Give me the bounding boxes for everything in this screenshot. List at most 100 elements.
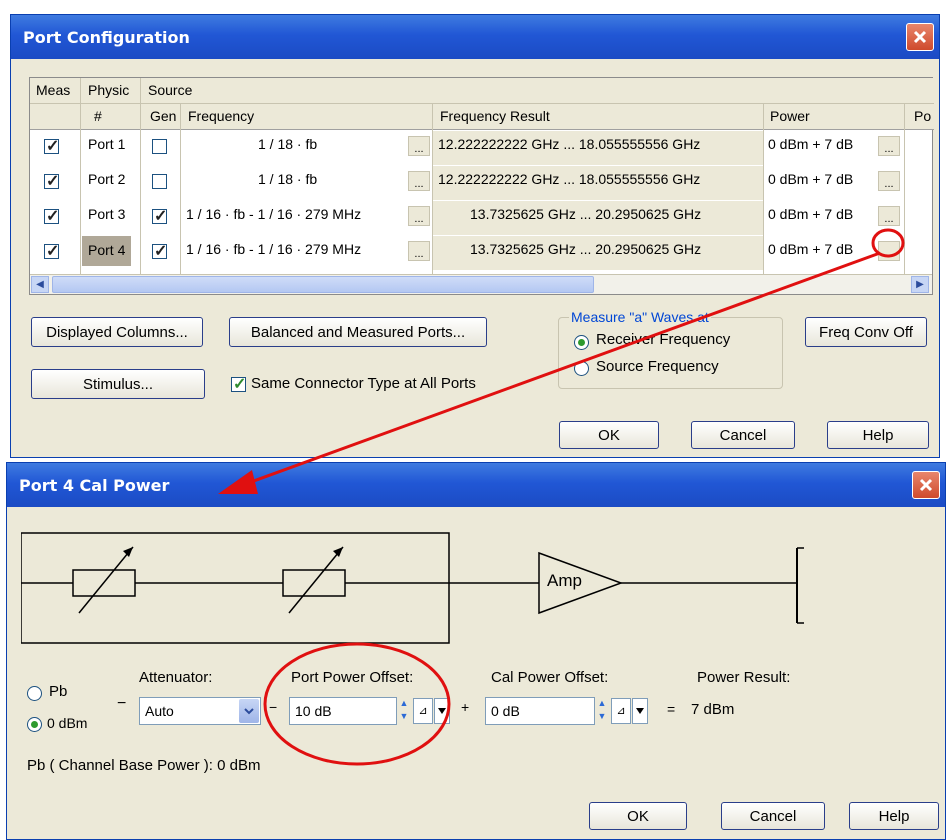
meas-checkbox[interactable]: ✓ xyxy=(44,243,59,260)
power-cell[interactable]: 0 dBm + 7 dB xyxy=(768,171,853,187)
gen-checkbox[interactable]: ✓ xyxy=(152,208,168,225)
gen-checkbox[interactable] xyxy=(152,139,167,154)
power-result-label: Power Result: xyxy=(697,669,791,686)
title-bar[interactable]: Port Configuration xyxy=(11,15,939,59)
attenuator-select[interactable]: Auto xyxy=(139,697,261,725)
power-ellipsis-button[interactable]: ... xyxy=(878,206,900,226)
grid-line xyxy=(180,104,181,274)
same-connector-checkbox[interactable]: ✓ xyxy=(231,376,247,393)
chevron-down-icon xyxy=(244,708,254,715)
power-result-value: 7 dBm xyxy=(691,701,735,718)
zero-dbm-radio[interactable] xyxy=(27,717,42,732)
gen-checkbox[interactable]: ✓ xyxy=(152,243,168,260)
port-power-offset-value: 10 dB xyxy=(295,703,332,719)
port-table: Meas Physic Source # Gen Frequency Frequ… xyxy=(29,77,934,295)
ellipsis-label: ... xyxy=(414,143,424,155)
caret-down-icon xyxy=(438,708,446,714)
port-offset-menu-button[interactable] xyxy=(434,698,450,724)
frequency-cell[interactable]: 1 / 18 · fb xyxy=(258,136,317,152)
power-path-diagram xyxy=(21,532,804,644)
channel-base-power: Pb ( Channel Base Power ): 0 dBm xyxy=(27,757,261,774)
attenuator-label: Attenuator: xyxy=(139,669,213,686)
frequency-cell[interactable]: 1 / 18 · fb xyxy=(258,171,317,187)
measure-group-title: Measure "a" Waves at xyxy=(569,309,711,325)
ok-button[interactable]: OK xyxy=(559,421,659,449)
frequency-ellipsis-button[interactable]: ... xyxy=(408,241,430,261)
header-frequency: Frequency xyxy=(188,108,255,124)
power-ellipsis-button[interactable]: ... xyxy=(878,136,900,156)
frequency-cell[interactable]: 1 / 16 · fb - 1 / 16 · 279 MHz xyxy=(186,206,361,222)
ok-button[interactable]: OK xyxy=(589,802,687,830)
port-name: Port 3 xyxy=(88,206,126,222)
frequency-ellipsis-button[interactable]: ... xyxy=(408,136,430,156)
amp-label: Amp xyxy=(547,571,582,590)
ellipsis-label: ... xyxy=(884,248,894,260)
port-name: Port 2 xyxy=(88,171,126,187)
port-offset-step-button[interactable]: ⊿ xyxy=(413,698,433,724)
receiver-frequency-radio[interactable] xyxy=(574,335,589,350)
ellipsis-label: ... xyxy=(884,143,894,155)
separator-sign: − xyxy=(269,699,278,715)
frequency-ellipsis-button[interactable]: ... xyxy=(408,206,430,226)
header-meas: Meas xyxy=(36,82,71,98)
power-cell[interactable]: 0 dBm + 7 dB xyxy=(768,136,853,152)
frequency-ellipsis-button[interactable]: ... xyxy=(408,171,430,191)
power-ellipsis-button[interactable]: ... xyxy=(878,241,900,261)
balanced-measured-ports-button[interactable]: Balanced and Measured Ports... xyxy=(229,317,487,347)
cal-offset-spinner[interactable]: ▲ ▼ xyxy=(595,697,609,725)
gen-checkbox[interactable] xyxy=(152,174,167,189)
port-power-offset-label: Port Power Offset: xyxy=(291,669,414,686)
cal-power-window: Port 4 Cal Power Amp Pb 0 dBm − Attenuat… xyxy=(6,462,946,840)
close-button[interactable] xyxy=(906,23,934,51)
title-bar[interactable]: Port 4 Cal Power xyxy=(7,463,945,507)
cal-offset-menu-button[interactable] xyxy=(632,698,648,724)
dropdown-button[interactable] xyxy=(239,699,259,723)
help-button[interactable]: Help xyxy=(827,421,929,449)
power-cell[interactable]: 0 dBm + 7 dB xyxy=(768,241,853,257)
header-physical: Physic xyxy=(88,82,130,98)
cal-power-offset-input[interactable]: 0 dB xyxy=(485,697,595,725)
check-icon: ✓ xyxy=(46,138,60,155)
ellipsis-label: ... xyxy=(414,178,424,190)
port-offset-spinner[interactable]: ▲ ▼ xyxy=(397,697,411,725)
meas-checkbox[interactable]: ✓ xyxy=(44,208,60,225)
scrollbar-thumb[interactable] xyxy=(52,276,594,293)
ellipsis-label: ... xyxy=(884,178,894,190)
same-connector-label: Same Connector Type at All Ports xyxy=(251,375,476,392)
receiver-frequency-label: Receiver Frequency xyxy=(596,331,731,348)
frequency-cell[interactable]: 1 / 16 · fb - 1 / 16 · 279 MHz xyxy=(186,241,361,257)
zero-dbm-label: 0 dBm xyxy=(47,715,88,731)
meas-checkbox[interactable]: ✓ xyxy=(44,138,60,155)
caret-down-icon xyxy=(636,708,644,714)
window-title: Port Configuration xyxy=(23,27,190,47)
close-button[interactable] xyxy=(912,471,940,499)
cal-power-offset-value: 0 dB xyxy=(491,703,520,719)
source-frequency-label: Source Frequency xyxy=(596,358,719,375)
freq-conv-off-button[interactable]: Freq Conv Off xyxy=(805,317,927,347)
header-frequency-result: Frequency Result xyxy=(440,108,550,124)
horizontal-scrollbar[interactable]: ◀ ▶ xyxy=(30,274,932,294)
check-icon: ✓ xyxy=(233,376,247,393)
cancel-button[interactable]: Cancel xyxy=(721,802,825,830)
cancel-button[interactable]: Cancel xyxy=(691,421,795,449)
frequency-result-cell: 13.7325625 GHz ... 20.2950625 GHz xyxy=(470,241,702,257)
power-cell[interactable]: 0 dBm + 7 dB xyxy=(768,206,853,222)
port-name: Port 1 xyxy=(88,136,126,152)
attenuator-value: Auto xyxy=(145,703,174,719)
check-icon: ✓ xyxy=(154,243,168,260)
meas-checkbox[interactable]: ✓ xyxy=(44,173,59,190)
port-power-offset-input[interactable]: 10 dB xyxy=(289,697,397,725)
scroll-left-button[interactable]: ◀ xyxy=(31,276,49,293)
scroll-right-button[interactable]: ▶ xyxy=(911,276,929,293)
cal-offset-step-button[interactable]: ⊿ xyxy=(611,698,631,724)
close-icon xyxy=(919,478,933,492)
help-button[interactable]: Help xyxy=(849,802,939,830)
power-ellipsis-button[interactable]: ... xyxy=(878,171,900,191)
pb-radio[interactable] xyxy=(27,686,42,701)
stimulus-button[interactable]: Stimulus... xyxy=(31,369,205,399)
source-frequency-radio[interactable] xyxy=(574,361,589,376)
displayed-columns-button[interactable]: Displayed Columns... xyxy=(31,317,203,347)
check-icon: ✓ xyxy=(154,208,168,225)
grid-line xyxy=(140,78,141,274)
check-icon: ✓ xyxy=(46,208,60,225)
